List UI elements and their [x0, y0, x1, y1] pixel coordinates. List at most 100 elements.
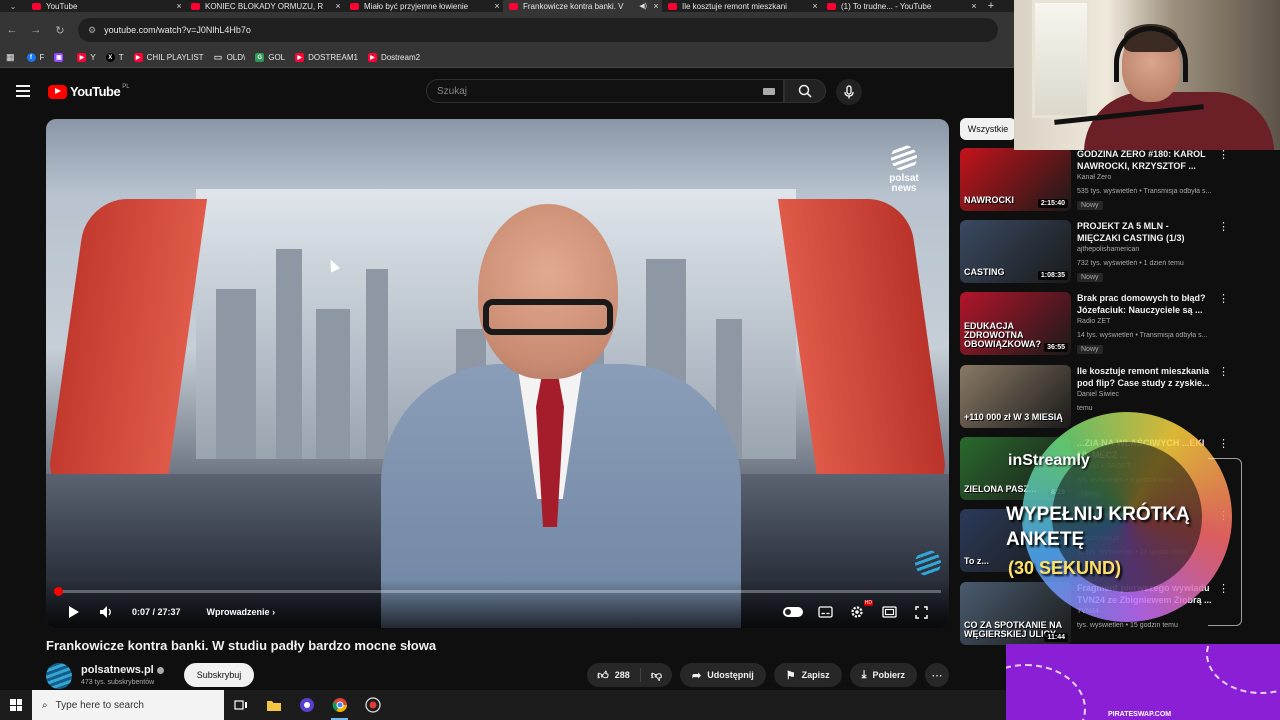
- recommendation-title[interactable]: PROJEKT ZA 5 MLN - MIĘCZAKI CASTING (1/3…: [1077, 220, 1212, 244]
- hamburger-menu-icon[interactable]: [16, 85, 30, 97]
- more-vertical-icon[interactable]: ⋮: [1218, 292, 1229, 305]
- theater-mode-button[interactable]: [875, 602, 903, 622]
- bookmark-folder[interactable]: ▭ OLD\: [214, 52, 246, 62]
- recommendation-channel[interactable]: ajthepolishamerican: [1077, 246, 1139, 253]
- presenter-head: [478, 204, 618, 379]
- recommendation-title[interactable]: Brak prac domowych to błąd? Józefaciuk: …: [1077, 292, 1212, 316]
- channel-name: polsatnews.pl: [81, 664, 154, 676]
- forward-arrow-icon[interactable]: →: [24, 24, 48, 36]
- more-actions-icon[interactable]: ⋯: [925, 663, 949, 687]
- bookmark-item[interactable]: ▶ CHIL PLAYLIST: [133, 53, 204, 62]
- reload-icon[interactable]: ↻: [48, 24, 72, 37]
- bookmark-item[interactable]: ▶ DOSTREAM1: [295, 53, 358, 62]
- settings-button[interactable]: HD: [843, 600, 873, 622]
- streamer-webcam: [1014, 0, 1280, 150]
- bookmark-item[interactable]: ▶ Dostream2: [367, 53, 420, 62]
- new-badge: Nowy: [1077, 273, 1103, 282]
- save-button[interactable]: ⚑ Zapisz: [773, 663, 842, 687]
- video-thumbnail[interactable]: CASTING 1:08:35: [960, 220, 1071, 283]
- chapter-button[interactable]: Wprowadzenie ›: [207, 607, 276, 617]
- recommendation-channel[interactable]: Radio ZET: [1077, 318, 1110, 325]
- bookmark-item[interactable]: G GOL: [255, 53, 285, 62]
- back-arrow-icon[interactable]: ←: [0, 24, 24, 36]
- browser-tab[interactable]: Ile kosztuje remont mieszkani ×: [662, 0, 821, 12]
- download-button[interactable]: ⤓ Pobierz: [849, 663, 917, 687]
- url-text: youtube.com/watch?v=J0NlhL4Hb7o: [104, 25, 251, 35]
- obs-app-icon[interactable]: [290, 690, 323, 720]
- search-button[interactable]: [784, 79, 826, 103]
- search-input[interactable]: Szukaj: [426, 79, 784, 103]
- video-thumbnail[interactable]: EDUKACJA ZDROWOTNA OBOWIĄZKOWA? 36:55: [960, 292, 1071, 355]
- browser-tab-active[interactable]: Frankowicze kontra banki. V ◀) ×: [503, 0, 662, 12]
- bookmark-item[interactable]: ▶ Y: [77, 53, 96, 62]
- close-tab-icon[interactable]: ×: [809, 1, 821, 11]
- overlay-text-line: WYPEŁNIJ KRÓTKĄ: [1006, 504, 1190, 525]
- channel-row: polsatnews.pl 473 tys. subskrybentów Sub…: [46, 660, 949, 690]
- site-info-icon[interactable]: ⚙: [88, 25, 96, 36]
- play-button[interactable]: [60, 602, 88, 622]
- youtube-icon: ▶: [367, 53, 377, 62]
- recommendation-channel[interactable]: Daniel Siwiec: [1077, 391, 1119, 398]
- file-explorer-icon[interactable]: [257, 690, 290, 720]
- more-vertical-icon[interactable]: ⋮: [1218, 220, 1229, 233]
- volume-button[interactable]: [92, 602, 120, 622]
- bookmark-item[interactable]: fF: [26, 53, 44, 62]
- new-tab-button[interactable]: +: [980, 0, 1002, 12]
- autoplay-toggle[interactable]: [779, 602, 807, 622]
- filter-chip-all[interactable]: Wszystkie: [960, 118, 1016, 140]
- browser-tab[interactable]: Miało być przyjemne łowienie ×: [344, 0, 503, 12]
- share-button[interactable]: ➦ Udostępnij: [680, 663, 766, 687]
- channel-name-link[interactable]: polsatnews.pl: [81, 664, 164, 676]
- task-view-icon[interactable]: [224, 690, 257, 720]
- close-tab-icon[interactable]: ×: [332, 1, 344, 11]
- speaker-icon[interactable]: ◀): [639, 2, 647, 10]
- video-thumbnail[interactable]: NAWROCKI 2:15:40: [960, 148, 1071, 211]
- close-tab-icon[interactable]: ×: [650, 1, 662, 11]
- address-bar[interactable]: ⚙ youtube.com/watch?v=J0NlhL4Hb7o: [78, 18, 998, 42]
- chrome-icon[interactable]: [323, 690, 356, 720]
- video-player[interactable]: polsat news 0:07 / 27:37 Wprowadzenie ›: [46, 119, 949, 628]
- bookmark-label: OLD\: [226, 53, 246, 62]
- recommendation-channel[interactable]: Kanał Zero: [1077, 174, 1111, 181]
- promo-site-text: PIRATESWAP.COM: [1108, 711, 1172, 718]
- dislike-button[interactable]: 👎︎: [641, 663, 672, 687]
- voice-search-button[interactable]: [836, 79, 862, 105]
- close-tab-icon[interactable]: ×: [968, 1, 980, 11]
- recommendation-item[interactable]: CASTING 1:08:35 PROJEKT ZA 5 MLN - MIĘCZAK…: [960, 220, 1260, 288]
- browser-tab[interactable]: YouTube ×: [26, 0, 185, 12]
- save-label: Zapisz: [801, 670, 830, 680]
- bookmark-item[interactable]: ▣: [54, 53, 67, 62]
- recommendation-item[interactable]: NAWROCKI 2:15:40 GODZINA ZERO #180: KAROL …: [960, 148, 1260, 216]
- apps-grid-icon[interactable]: ▦: [6, 52, 15, 63]
- subscribe-button[interactable]: Subskrybuj: [184, 663, 254, 687]
- youtube-logo[interactable]: YouTube PL: [48, 84, 130, 99]
- recommendation-title[interactable]: GODZINA ZERO #180: KAROL NAWROCKI, KRZYS…: [1077, 148, 1212, 172]
- time-display: 0:07 / 27:37: [132, 607, 181, 617]
- browser-tab[interactable]: (1) To trudne... - YouTube ×: [821, 0, 980, 12]
- record-app-icon[interactable]: [356, 690, 389, 720]
- promo-banner: PIRATESWAP.COM: [1006, 644, 1280, 720]
- fullscreen-button[interactable]: [907, 602, 935, 622]
- twitch-icon: ▣: [54, 53, 64, 62]
- recommendation-title[interactable]: Ile kosztuje remont mieszkania pod flip?…: [1077, 365, 1212, 389]
- start-button[interactable]: [0, 690, 32, 720]
- progress-bar[interactable]: [54, 587, 941, 596]
- tab-search-chevron-icon[interactable]: ⌄: [0, 0, 26, 12]
- more-vertical-icon[interactable]: ⋮: [1218, 365, 1229, 378]
- recommendation-item[interactable]: EDUKACJA ZDROWOTNA OBOWIĄZKOWA? 36:55 Brak…: [960, 292, 1260, 360]
- video-actions: 👍︎ 288 👎︎ ➦ Udostępnij ⚑ Zapisz ⤓ Pobierz ⋯: [587, 663, 949, 687]
- channel-avatar[interactable]: [46, 663, 72, 689]
- close-tab-icon[interactable]: ×: [491, 1, 503, 11]
- taskbar-search-input[interactable]: ⌕ Type here to search: [32, 690, 224, 720]
- scrubber-handle[interactable]: [54, 587, 63, 596]
- like-button[interactable]: 👍︎ 288: [587, 663, 640, 687]
- subtitles-button[interactable]: [811, 602, 839, 622]
- close-tab-icon[interactable]: ×: [173, 1, 185, 11]
- youtube-icon: ▶: [133, 53, 143, 62]
- browser-tab-bar: ⌄ YouTube × KONIEC BLOKADY ORMUZU, R × Mia…: [0, 0, 1014, 12]
- bookmark-label: T: [118, 53, 124, 62]
- download-label: Pobierz: [872, 670, 905, 680]
- bookmark-item[interactable]: XT: [105, 53, 124, 62]
- keyboard-icon[interactable]: [763, 88, 775, 95]
- browser-tab[interactable]: KONIEC BLOKADY ORMUZU, R ×: [185, 0, 344, 12]
